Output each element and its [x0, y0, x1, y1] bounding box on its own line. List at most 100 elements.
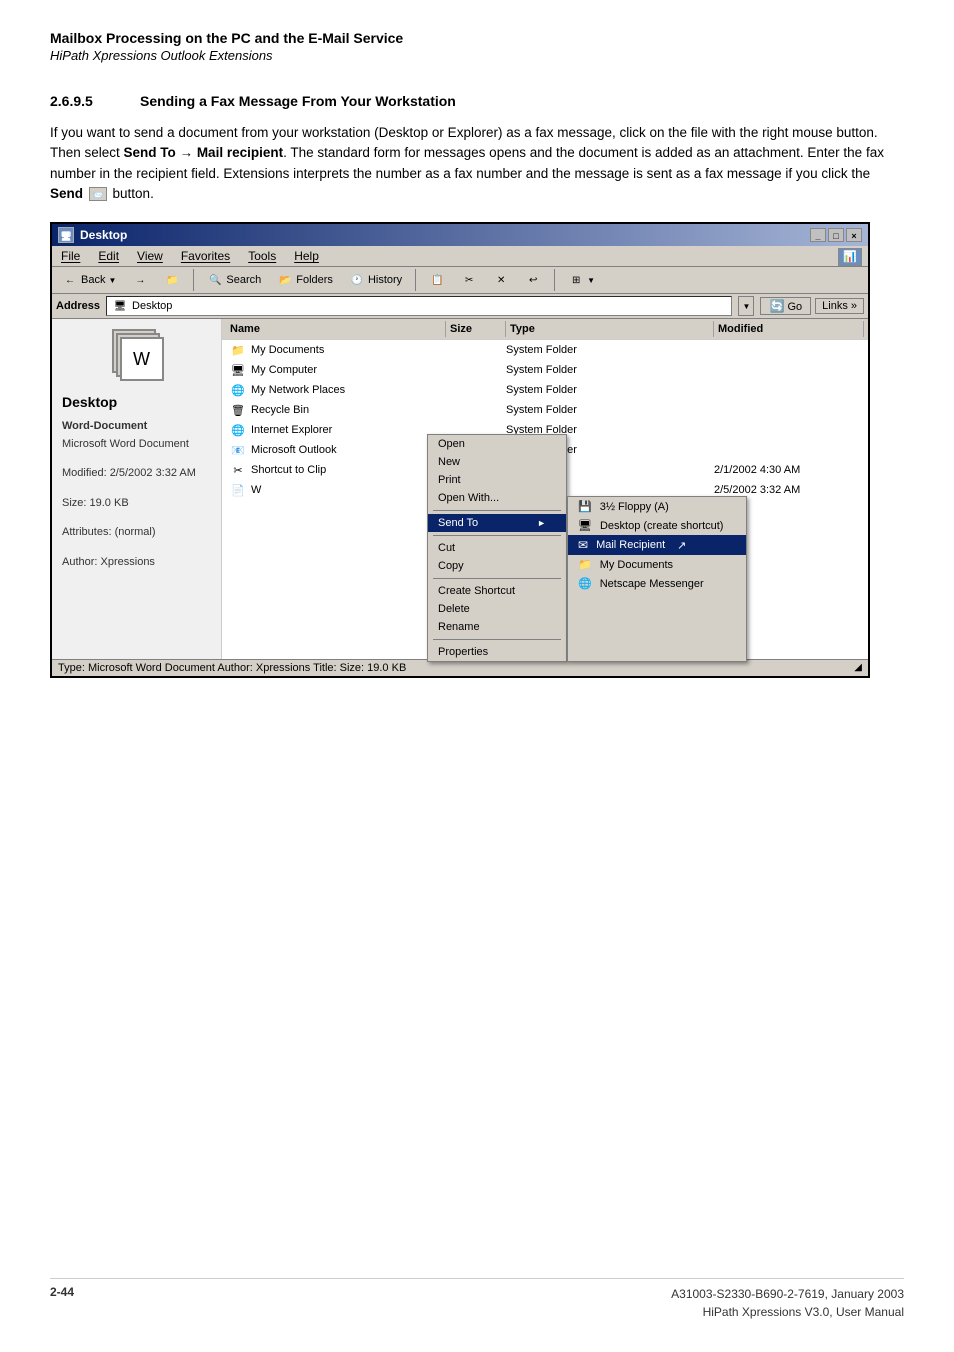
views-button[interactable]: ⊞ ▼ — [562, 269, 601, 291]
address-input[interactable]: 🖥 Desktop — [106, 296, 732, 316]
title-bar-left: 🖥 Desktop — [58, 227, 127, 243]
context-menu: Open New Print Open With... Send To ► Cu… — [427, 434, 567, 662]
file-row[interactable]: 📁My Documents System Folder — [222, 340, 868, 360]
desktop-shortcut-icon: 🖥 — [578, 519, 592, 532]
ctx-sep-1 — [433, 510, 561, 511]
back-label: Back — [81, 274, 105, 286]
submenu-arrow: ► — [537, 518, 546, 528]
col-modified: Modified — [714, 321, 864, 337]
submenu-my-documents[interactable]: 📁 My Documents — [568, 555, 746, 574]
ctx-open[interactable]: Open — [428, 435, 566, 453]
ctx-send-to[interactable]: Send To ► — [428, 514, 566, 532]
back-button[interactable]: ← Back ▼ — [56, 269, 122, 291]
submenu-desktop[interactable]: 🖥 Desktop (create shortcut) — [568, 516, 746, 535]
links-label: Links » — [822, 300, 857, 312]
context-menu-area: Open New Print Open With... Send To ► Cu… — [427, 434, 747, 662]
file-row[interactable]: 🖥My Computer System Folder — [222, 360, 868, 380]
menu-file[interactable]: File — [58, 248, 83, 264]
section-header: 2.6.9.5 Sending a Fax Message From Your … — [50, 93, 904, 109]
ctx-sep-4 — [433, 639, 561, 640]
folders-icon: 📂 — [277, 272, 293, 288]
go-label: Go — [787, 301, 802, 313]
file-area: Name Size Type Modified 📁My Documents Sy… — [222, 319, 868, 659]
file-type: System Folder — [506, 364, 714, 376]
panel-modified: Modified: 2/5/2002 3:32 AM — [62, 465, 211, 483]
history-label: History — [368, 274, 402, 286]
page-number: 2-44 — [50, 1285, 74, 1321]
folders-button[interactable]: 📂 Folders — [271, 269, 339, 291]
menu-edit[interactable]: Edit — [95, 248, 122, 264]
back-icon: ← — [62, 272, 78, 288]
undo-button[interactable]: ↩ — [519, 269, 547, 291]
window-title: Desktop — [80, 228, 127, 242]
address-dropdown[interactable]: ▼ — [738, 296, 754, 316]
delete-button[interactable]: ✕ — [487, 269, 515, 291]
ctx-print[interactable]: Print — [428, 471, 566, 489]
file-row[interactable]: 🌐My Network Places System Folder — [222, 380, 868, 400]
submenu-floppy[interactable]: 💾 3½ Floppy (A) — [568, 497, 746, 516]
network-icon: 🌐 — [230, 382, 246, 398]
ctx-properties[interactable]: Properties — [428, 643, 566, 661]
file-list-header: Name Size Type Modified — [222, 319, 868, 340]
file-type: System Folder — [506, 344, 714, 356]
shortcut-icon: ✂ — [230, 462, 246, 478]
cursor-icon: ↗ — [677, 539, 686, 552]
menu-view[interactable]: View — [134, 248, 166, 264]
mail-label: Mail Recipient — [596, 539, 665, 551]
recycle-icon: 🗑 — [230, 402, 246, 418]
links-button[interactable]: Links » — [815, 298, 864, 314]
toolbar-sep-2 — [415, 269, 416, 291]
ctx-delete[interactable]: Delete — [428, 600, 566, 618]
ctx-open-with[interactable]: Open With... — [428, 489, 566, 507]
views-dropdown[interactable]: ▼ — [587, 276, 595, 285]
forward-button[interactable]: → — [126, 269, 154, 291]
move-button[interactable]: ✂ — [455, 269, 483, 291]
menu-bar: File Edit View Favorites Tools Help 📊 — [52, 246, 868, 267]
ctx-new[interactable]: New — [428, 453, 566, 471]
search-button[interactable]: 🔍 Search — [201, 269, 267, 291]
history-button[interactable]: 🕐 History — [343, 269, 408, 291]
ctx-create-shortcut[interactable]: Create Shortcut — [428, 582, 566, 600]
back-dropdown[interactable]: ▼ — [108, 276, 116, 285]
section-number: 2.6.9.5 — [50, 93, 120, 109]
up-button[interactable]: 📁 — [158, 269, 186, 291]
window-controls[interactable]: _ □ × — [810, 228, 862, 242]
ctx-send-to-label: Send To — [438, 517, 478, 529]
history-icon: 🕐 — [349, 272, 365, 288]
panel-doc-type: Word-Document — [62, 418, 211, 436]
go-icon: 🔄 — [769, 299, 784, 313]
minimize-button[interactable]: _ — [810, 228, 826, 242]
ie-icon: 🌐 — [230, 422, 246, 438]
address-right: 🔄 Go Links » — [760, 297, 864, 315]
close-button[interactable]: × — [846, 228, 862, 242]
window-icon: 🖥 — [58, 227, 74, 243]
desktop-icon: 🖥 — [112, 298, 128, 314]
ctx-cut[interactable]: Cut — [428, 539, 566, 557]
toolbar: ← Back ▼ → 📁 🔍 Search 📂 Folders 🕐 Histor… — [52, 267, 868, 294]
menu-favorites[interactable]: Favorites — [178, 248, 233, 264]
undo-icon: ↩ — [525, 272, 541, 288]
panel-author: Author: Xpressions — [62, 554, 211, 572]
ctx-rename[interactable]: Rename — [428, 618, 566, 636]
maximize-button[interactable]: □ — [828, 228, 844, 242]
go-button[interactable]: 🔄 Go — [760, 297, 811, 315]
mydocs-submenu-icon: 📁 — [578, 558, 592, 571]
col-type: Type — [506, 321, 714, 337]
copy-button[interactable]: 📋 — [423, 269, 451, 291]
explorer-window: 🖥 Desktop _ □ × File Edit View Favorites… — [50, 222, 870, 678]
ctx-copy[interactable]: Copy — [428, 557, 566, 575]
menu-help[interactable]: Help — [291, 248, 322, 264]
footer-doc-id: A31003-S2330-B690-2-7619, January 2003 — [671, 1285, 904, 1303]
doc-subtitle: HiPath Xpressions Outlook Extensions — [50, 48, 904, 63]
file-name: 📄W — [226, 481, 446, 499]
search-icon: 🔍 — [207, 272, 223, 288]
panel-doc-subtype: Microsoft Word Document — [62, 436, 211, 454]
file-row[interactable]: 🗑Recycle Bin System Folder — [222, 400, 868, 420]
submenu-mail-recipient[interactable]: ✉ Mail Recipient ↗ — [568, 535, 746, 555]
netscape-icon: 🌐 — [578, 577, 592, 590]
views-icon: ⊞ — [568, 272, 584, 288]
word-icon: 📄 — [230, 482, 246, 498]
submenu-netscape[interactable]: 🌐 Netscape Messenger — [568, 574, 746, 593]
menu-tools[interactable]: Tools — [245, 248, 279, 264]
ctx-sep-3 — [433, 578, 561, 579]
